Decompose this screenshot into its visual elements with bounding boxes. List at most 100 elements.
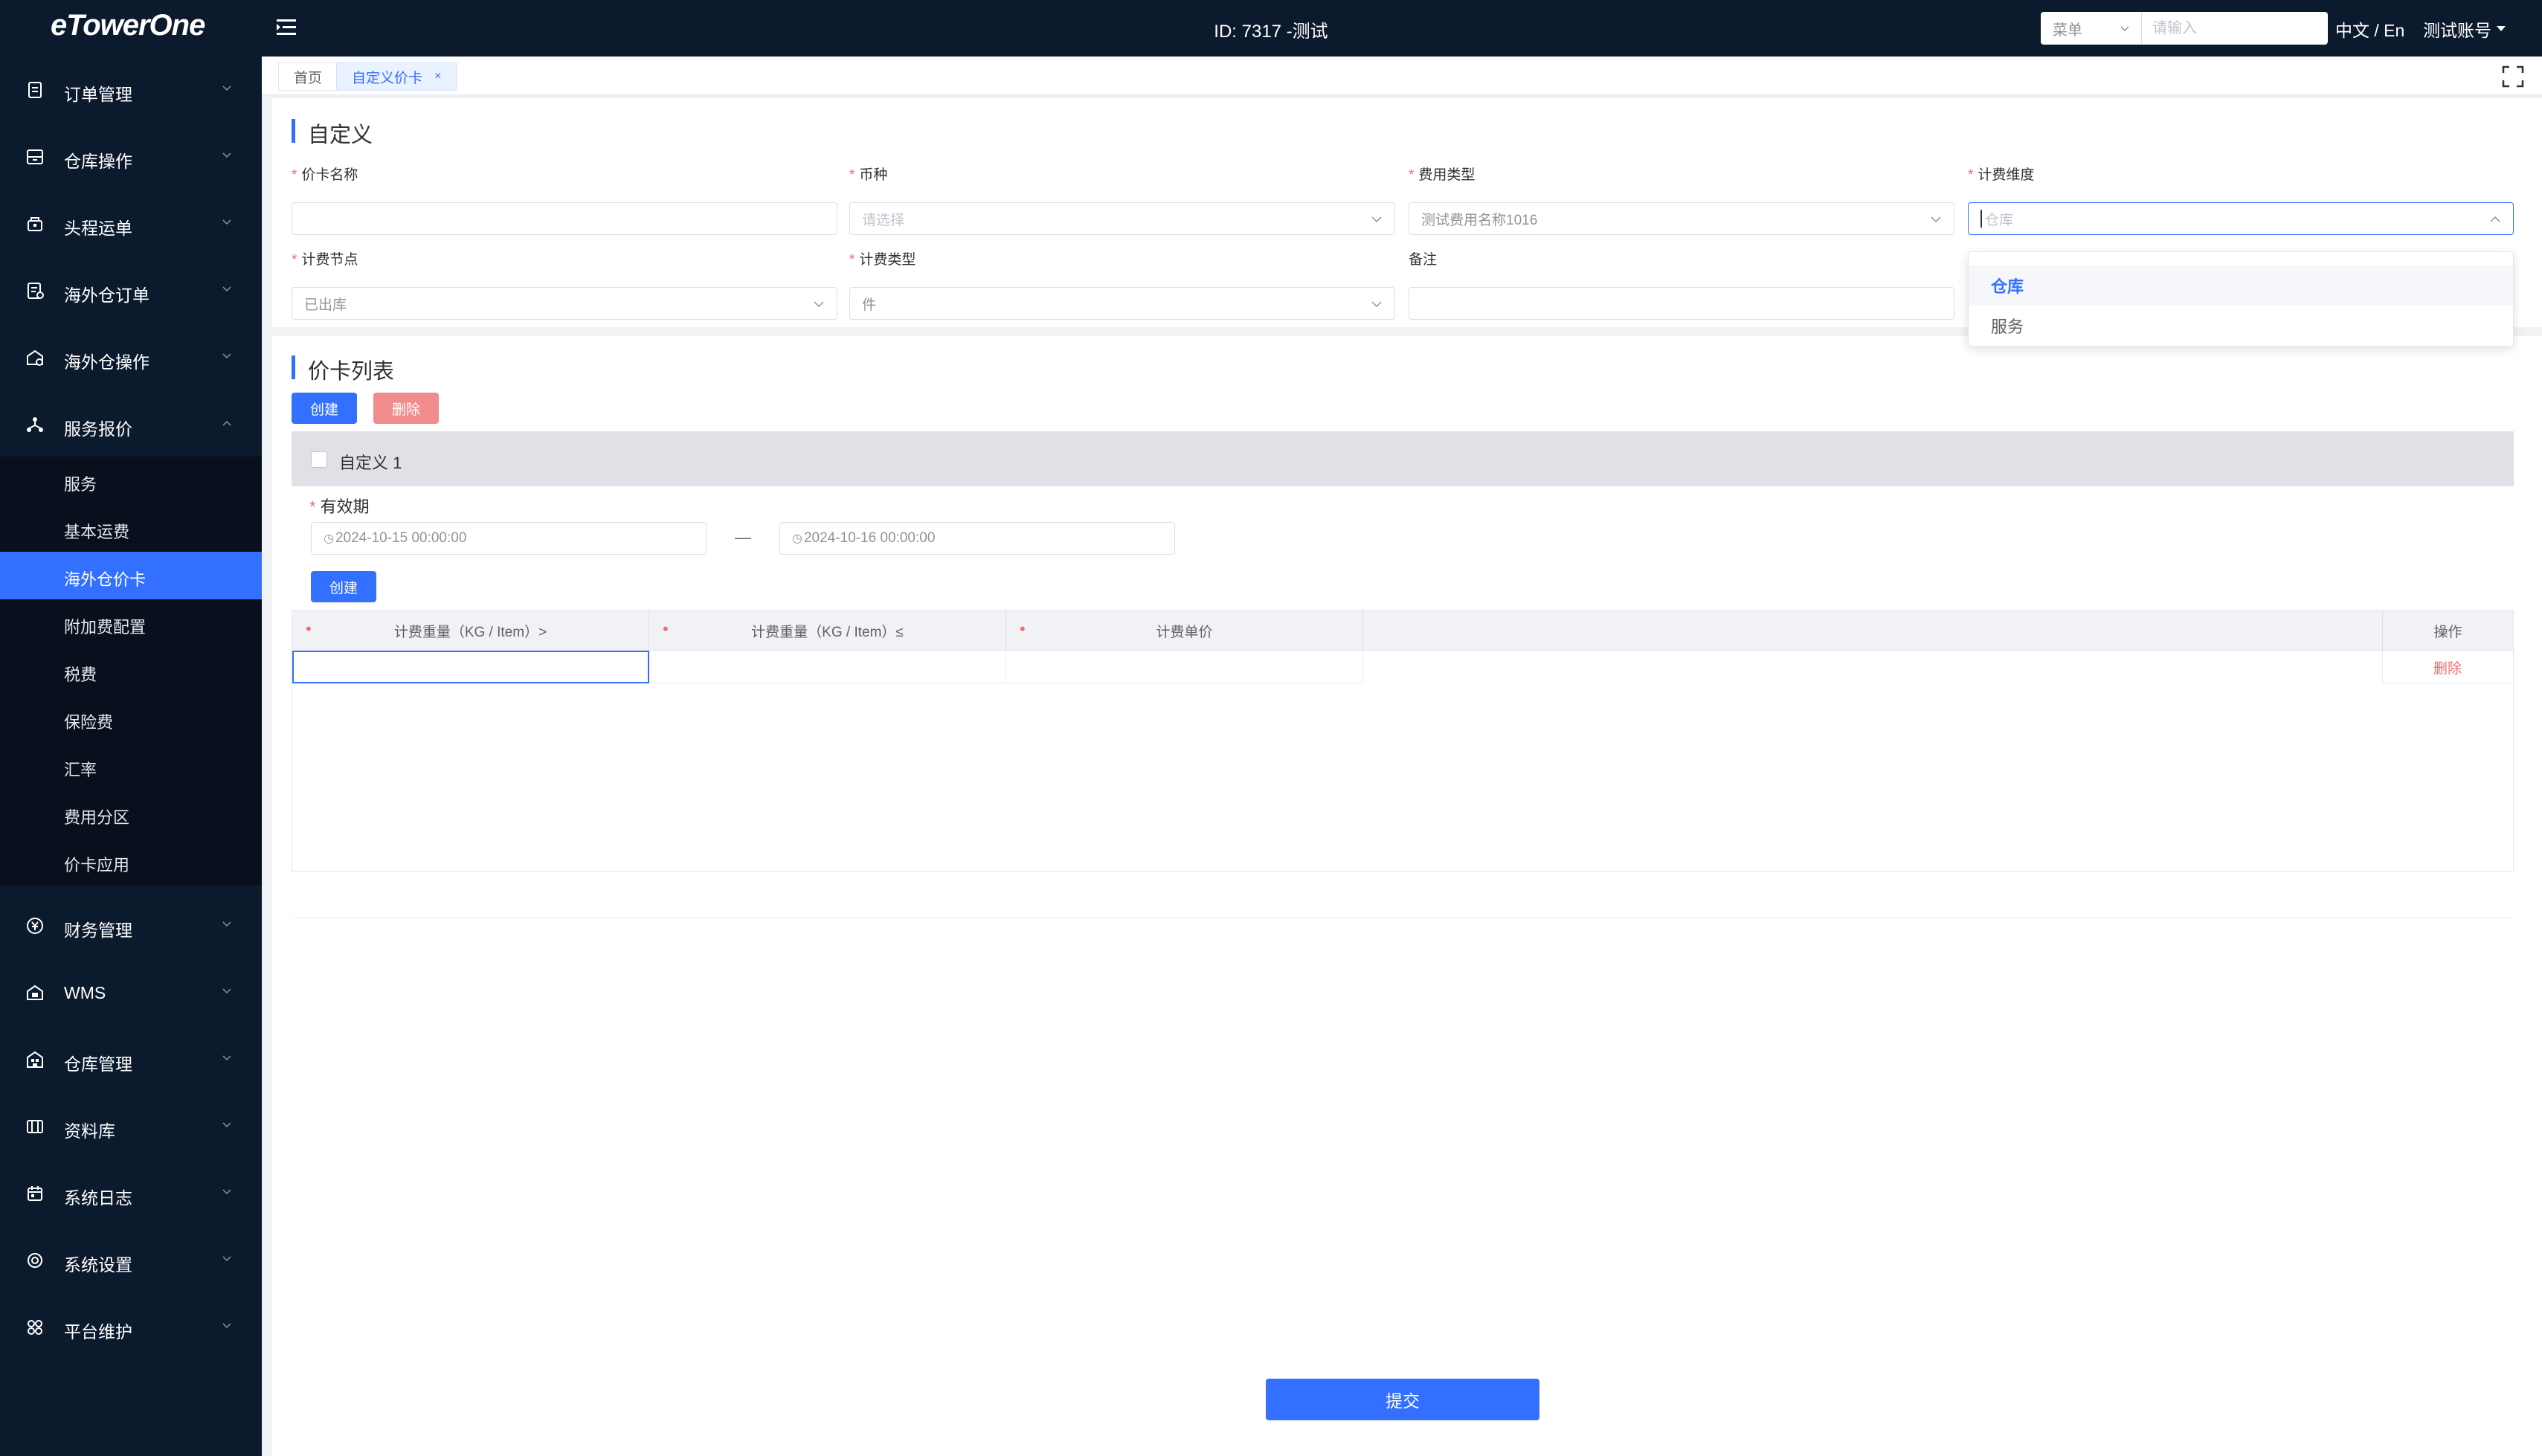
billing-type-select[interactable]: 件 bbox=[849, 287, 1395, 320]
column-header-weight-gt: • 计费重量（KG / Item）> bbox=[292, 611, 649, 651]
caret-down-icon bbox=[2497, 26, 2506, 31]
shipment-icon bbox=[28, 217, 42, 231]
chevron-down-icon bbox=[1371, 216, 1382, 223]
clock-icon: ◷ bbox=[792, 532, 802, 545]
dropdown-option-warehouse[interactable]: 仓库 bbox=[1969, 265, 2513, 306]
fee-type-label: * 费用类型 bbox=[1409, 167, 1476, 183]
chevron-down-icon bbox=[222, 219, 231, 225]
card-name-label: * 价卡名称 bbox=[292, 167, 358, 183]
submenu-item-basic-freight[interactable]: 基本运费 bbox=[0, 504, 262, 552]
cell-weight-gt[interactable] bbox=[292, 651, 649, 683]
overseas-ops-icon bbox=[27, 349, 43, 366]
currency-label: * 币种 bbox=[849, 167, 888, 183]
billing-dimension-select[interactable]: 仓库 bbox=[1968, 202, 2514, 235]
search-input[interactable] bbox=[2142, 13, 2320, 43]
section-title-price-list: 价卡列表 bbox=[292, 354, 394, 385]
chevron-down-icon bbox=[222, 152, 231, 158]
sidebar-item-finance[interactable]: 财务管理 bbox=[0, 892, 262, 959]
top-bar: eTowerOne ID: 7317 -测试 菜单 中文 / En 测试账号 bbox=[0, 0, 2542, 57]
grid-header: • 计费重量（KG / Item）> • 计费重量（KG / Item）≤ • 计费单… bbox=[292, 611, 2513, 651]
chevron-down-icon bbox=[222, 1189, 231, 1195]
sidebar-item-system-log[interactable]: 系统日志 bbox=[0, 1160, 262, 1227]
menu-toggle-icon[interactable] bbox=[275, 15, 300, 40]
row-delete-link[interactable]: 删除 bbox=[2433, 657, 2462, 677]
tab-home[interactable]: 首页 bbox=[278, 62, 338, 91]
submenu-item-exchange-rate[interactable]: 汇率 bbox=[0, 742, 262, 790]
start-date-input[interactable]: ◷ 2024-10-15 00:00:00 bbox=[311, 522, 707, 555]
chevron-down-icon bbox=[222, 286, 231, 292]
group-name: 自定义 1 bbox=[339, 454, 402, 472]
chevron-down-icon bbox=[1371, 301, 1382, 308]
chevron-down-icon bbox=[1931, 216, 1941, 223]
sidebar-item-system-settings[interactable]: 系统设置 bbox=[0, 1227, 262, 1294]
database-icon bbox=[27, 1120, 43, 1133]
sidebar-item-order-management[interactable]: 订单管理 bbox=[0, 57, 262, 123]
submenu-item-tax[interactable]: 税费 bbox=[0, 647, 262, 695]
tabs-bar: 首页 自定义价卡 × bbox=[262, 57, 2542, 95]
sidebar-item-overseas-ops[interactable]: 海外仓操作 bbox=[0, 324, 262, 391]
warehouse-ops-icon bbox=[27, 149, 43, 164]
validity-label: * 有效期 bbox=[309, 497, 370, 516]
fee-type-select[interactable]: 测试费用名称1016 bbox=[1409, 202, 1954, 235]
cell-unit-price[interactable] bbox=[1006, 651, 1363, 683]
clock-icon: ◷ bbox=[324, 532, 334, 545]
currency-icon bbox=[27, 918, 43, 934]
sidebar-item-overseas-orders[interactable]: 海外仓订单 bbox=[0, 257, 262, 324]
sidebar-item-warehouse-management[interactable]: 仓库管理 bbox=[0, 1026, 262, 1093]
sidebar-item-wms[interactable]: WMS bbox=[0, 959, 262, 1026]
billing-dimension-label: * 计费维度 bbox=[1968, 167, 2035, 183]
chevron-down-icon bbox=[222, 86, 231, 91]
group-checkbox[interactable] bbox=[311, 451, 327, 468]
apps-icon bbox=[28, 1320, 42, 1335]
submenu-item-price-card-apply[interactable]: 价卡应用 bbox=[0, 837, 262, 885]
currency-select[interactable]: 请选择 bbox=[849, 202, 1395, 235]
sidebar-item-database[interactable]: 资料库 bbox=[0, 1093, 262, 1160]
chevron-down-icon bbox=[814, 301, 824, 308]
account-menu[interactable]: 测试账号 bbox=[2423, 16, 2506, 42]
submenu-item-insurance[interactable]: 保险费 bbox=[0, 695, 262, 742]
calendar-icon bbox=[28, 1186, 42, 1201]
billing-node-select[interactable]: 已出库 bbox=[292, 287, 837, 320]
cell-weight-lte[interactable] bbox=[649, 651, 1006, 683]
remark-input[interactable] bbox=[1409, 287, 1954, 320]
submenu-item-surcharge-config[interactable]: 附加费配置 bbox=[0, 599, 262, 647]
close-icon[interactable]: × bbox=[434, 70, 441, 83]
delete-button[interactable]: 删除 bbox=[373, 393, 439, 424]
row-create-button[interactable]: 创建 bbox=[311, 571, 376, 602]
sidebar-item-service-quote[interactable]: 服务报价 bbox=[0, 391, 262, 458]
top-search: 菜单 bbox=[2041, 12, 2328, 45]
sidebar-item-warehouse-ops[interactable]: 仓库操作 bbox=[0, 123, 262, 190]
submenu-item-fee-zones[interactable]: 费用分区 bbox=[0, 790, 262, 837]
submenu-item-overseas-price-card[interactable]: 海外仓价卡 bbox=[0, 552, 262, 599]
search-scope-select[interactable]: 菜单 bbox=[2041, 12, 2142, 45]
dropdown-option-service[interactable]: 服务 bbox=[1969, 306, 2513, 346]
sidebar-item-first-leg[interactable]: 头程运单 bbox=[0, 190, 262, 257]
chevron-down-icon bbox=[222, 1055, 231, 1061]
app-logo: eTowerOne bbox=[51, 9, 205, 42]
card-name-input[interactable] bbox=[292, 202, 837, 235]
chevron-down-icon bbox=[222, 353, 231, 359]
tab-custom-price-card[interactable]: 自定义价卡 × bbox=[336, 62, 457, 91]
price-group-header: 自定义 1 bbox=[292, 431, 2514, 486]
chevron-down-icon bbox=[2120, 26, 2129, 32]
submenu-item-service[interactable]: 服务 bbox=[0, 457, 262, 504]
remark-label: 备注 bbox=[1409, 252, 1438, 268]
date-separator: — bbox=[735, 528, 751, 547]
fullscreen-icon[interactable] bbox=[2502, 65, 2524, 88]
billing-node-label: * 计费节点 bbox=[292, 252, 358, 268]
chevron-up-icon bbox=[222, 420, 231, 426]
chevron-up-icon bbox=[2490, 216, 2500, 222]
submit-button[interactable]: 提交 bbox=[1266, 1379, 1539, 1420]
billing-type-label: * 计费类型 bbox=[849, 252, 916, 268]
price-grid: • 计费重量（KG / Item）> • 计费重量（KG / Item）≤ • 计费单… bbox=[292, 610, 2514, 872]
sidebar-item-platform-maintenance[interactable]: 平台维护 bbox=[0, 1294, 262, 1361]
section-title-custom: 自定义 bbox=[292, 117, 373, 149]
network-icon bbox=[27, 417, 43, 432]
chevron-down-icon bbox=[222, 1323, 231, 1329]
column-header-ops: 操作 bbox=[2382, 611, 2513, 651]
create-button[interactable]: 创建 bbox=[292, 393, 357, 424]
end-date-input[interactable]: ◷ 2024-10-16 00:00:00 bbox=[779, 522, 1175, 555]
billing-dimension-dropdown: 仓库 服务 bbox=[1968, 251, 2514, 347]
language-switch[interactable]: 中文 / En bbox=[2335, 16, 2404, 42]
order-list-icon bbox=[28, 283, 44, 299]
